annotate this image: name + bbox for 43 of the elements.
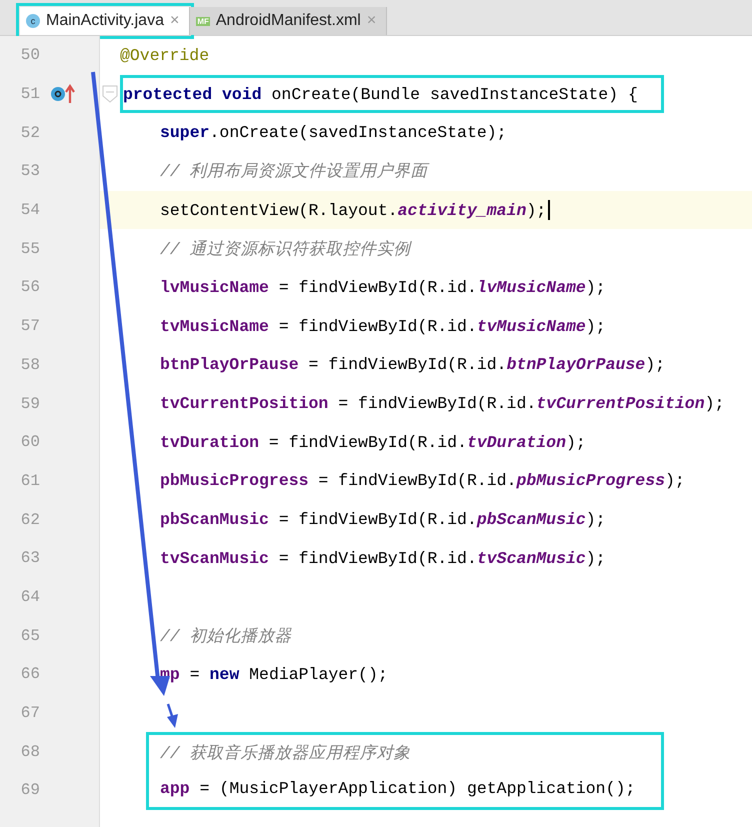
line-number: 50 [20,46,40,64]
line-number: 69 [20,781,40,800]
code-line: tvCurrentPosition = findViewById(R.id.tvCurrentPosition); [160,394,724,414]
line-number: 66 [20,665,40,684]
line-number: 59 [20,394,40,413]
manifest-file-icon: MF [196,16,210,26]
code-line: pbScanMusic = findViewById(R.id.pbScanMusic); [160,510,606,530]
code-line: pbMusicProgress = findViewById(R.id.pbMusicProgress); [160,471,685,490]
line-number: 63 [20,549,40,568]
code-line: // 利用布局资源文件设置用户界面 [160,161,428,182]
line-number: 65 [20,626,40,645]
code-line: protected void onCreate(Bundle savedInstanceState) { [123,84,638,104]
override-marker-icon[interactable] [50,83,76,106]
line-number: 67 [20,704,40,722]
code-line: tvDuration = findViewById(R.id.tvDuration); [160,432,586,452]
code-line: // 通过资源标识符获取控件实例 [160,238,411,260]
line-number: 52 [20,124,40,142]
code-line: app = (MusicPlayerApplication) getApplication(); [160,779,636,798]
code-line: @Override [120,46,210,65]
code-line: lvMusicName = findViewById(R.id.lvMusicName); [160,278,606,297]
code-line: btnPlayOrPause = findViewById(R.id.btnPlayOrPause); [160,355,665,374]
line-number: 51 [20,85,40,104]
code-line: tvScanMusic = findViewById(R.id.tvScanMusic); [160,548,606,568]
line-number: 64 [20,588,40,606]
code-line: // 初始化播放器 [160,626,292,647]
code-line: setContentView(R.layout.activity_main); [160,200,546,220]
line-number: 55 [20,240,40,258]
code-line: tvMusicName = findViewById(R.id.tvMusicName); [160,316,606,336]
line-number: 60 [20,433,40,452]
code-line: super.onCreate(savedInstanceState); [160,123,507,142]
text-cursor [548,200,550,220]
line-number: 68 [20,742,40,761]
editor-tab[interactable]: MF AndroidManifest.xml × [190,7,388,35]
line-number: 62 [20,510,40,529]
code-line: // 获取音乐播放器应用程序对象 [160,743,411,764]
line-number: 57 [20,317,40,336]
line-number: 53 [20,162,40,180]
line-number: 61 [20,472,40,490]
line-number: 54 [20,201,40,220]
line-number: 56 [20,278,40,296]
arrow [166,704,178,728]
class-file-icon: c [26,14,40,28]
line-number: 58 [20,356,40,374]
